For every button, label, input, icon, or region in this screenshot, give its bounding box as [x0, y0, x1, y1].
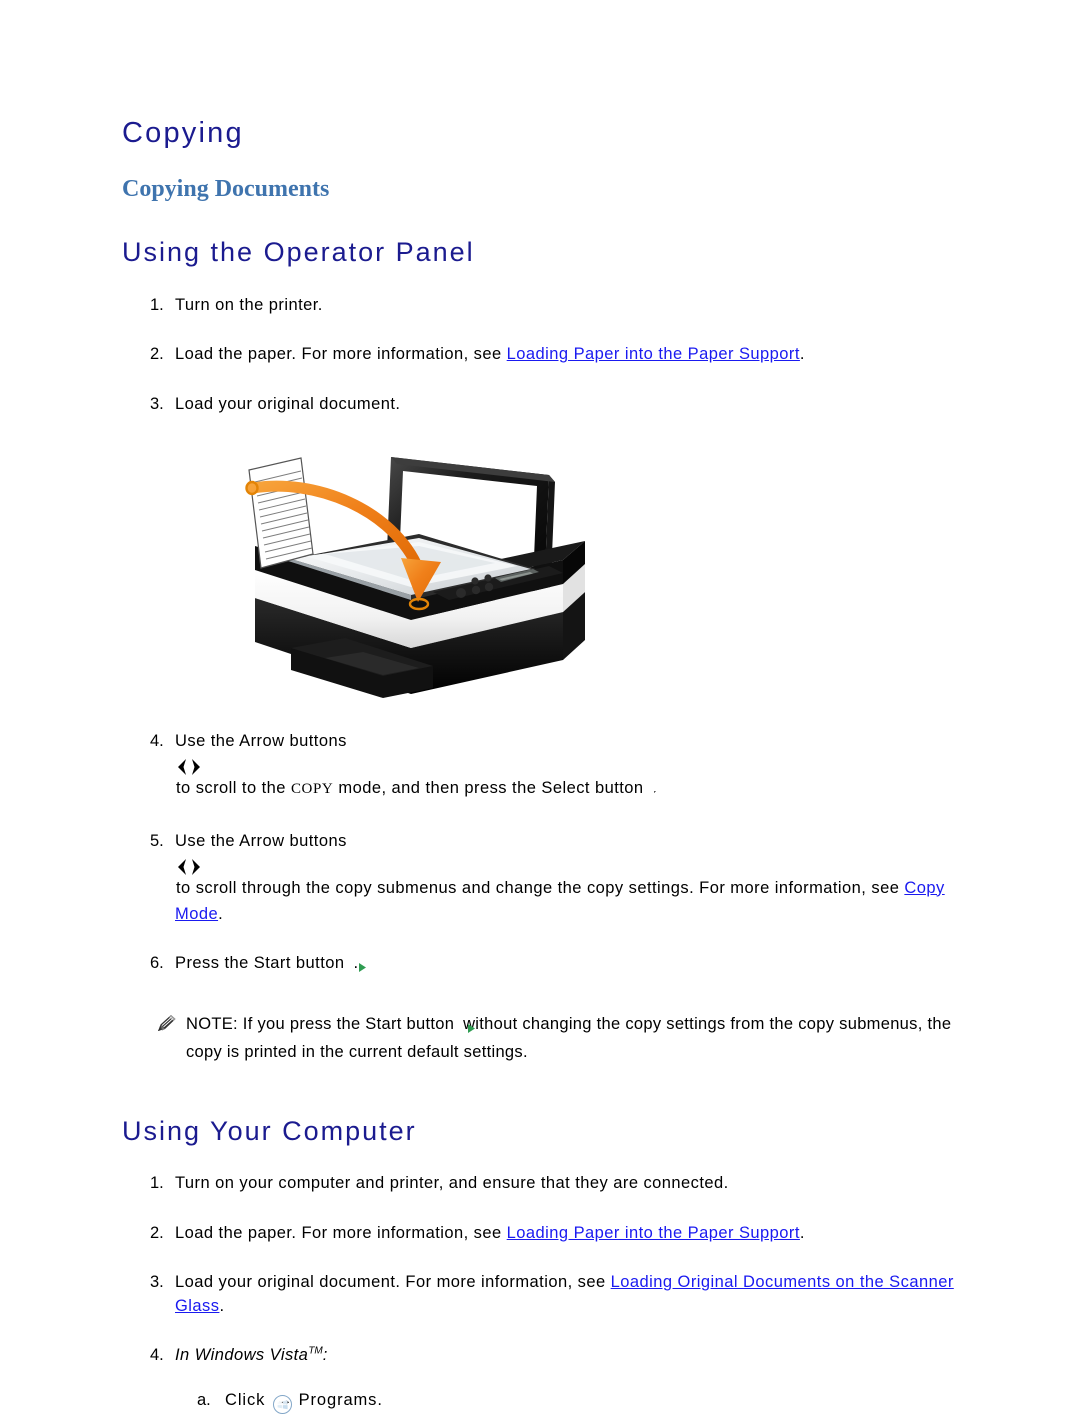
list-item: 1. Turn on your computer and printer, and… [122, 1172, 982, 1195]
step-text: to scroll to the [176, 778, 291, 797]
link-loading-paper-into-the-paper-support[interactable]: Loading Paper into the Paper Support [507, 1224, 800, 1242]
document-page: Copying Copying Documents Using the Oper… [0, 0, 1080, 1415]
step-text: Turn on the printer. [175, 295, 323, 314]
list-marker: 1. [150, 1174, 164, 1193]
step-text-end: . [799, 1223, 805, 1242]
list-item: 4. Use the Arrow buttons to scroll to the… [122, 730, 982, 804]
list-marker: a. [197, 1391, 211, 1410]
arrows-icon [175, 857, 982, 877]
trademark-mark: TM [308, 1345, 323, 1357]
list-marker: 2. [150, 345, 164, 364]
list-item: 3. Load your original document. [122, 393, 982, 704]
list-marker: 5. [150, 832, 164, 851]
arrows-icon [175, 757, 982, 777]
operator-panel-steps: 1. Turn on the printer. 2. Load the paper.… [122, 294, 982, 980]
list-marker: 4. [150, 732, 164, 751]
step-text: In Windows Vista [175, 1345, 309, 1364]
step-text: Load your original document. [175, 394, 401, 413]
step-text: Load your original document. For more in… [175, 1273, 611, 1292]
your-computer-steps: 1. Turn on your computer and printer, and… [122, 1172, 982, 1417]
step-text: Use the Arrow buttons [175, 832, 347, 851]
copy-mode-label: COPY [290, 780, 334, 797]
list-marker: 4. [150, 1345, 164, 1364]
substep-text-end: → Programs. [275, 1391, 383, 1410]
page-subtitle: Copying Documents [122, 175, 330, 202]
list-item: 6. Press the Start button . [122, 952, 982, 979]
step-text: mode, and then press the Select button [333, 778, 649, 797]
note-label: NOTE: [186, 1014, 238, 1033]
list-marker: 6. [150, 954, 164, 973]
step-text: Use the Arrow buttons [175, 732, 347, 751]
step-text: Load the paper. For more information, se… [175, 1223, 507, 1242]
step-text-end: . [219, 1296, 225, 1315]
printer-scanner-load-document-illustration [233, 442, 633, 704]
section-heading-your-computer: Using Your Computer [122, 1115, 417, 1146]
substep-text: Click [225, 1391, 271, 1410]
step-text-end: : [322, 1345, 328, 1364]
step-text: Press the Start button [175, 954, 350, 973]
vista-sub-steps: a. Click → Programs. [175, 1389, 982, 1416]
step-text: to scroll through the copy submenus and … [176, 878, 905, 897]
list-item: a. Click → Programs. [175, 1389, 982, 1416]
list-item: 5. Use the Arrow buttons to scroll throug… [122, 830, 982, 926]
step-text-end: . [218, 904, 224, 923]
page-title: Copying [122, 117, 244, 149]
list-item: 3. Load your original document. For more … [122, 1271, 982, 1318]
original-document-sheet [248, 457, 314, 569]
list-item: 4. In Windows VistaTM: a. Click → Programs… [122, 1344, 982, 1417]
list-marker: 3. [150, 394, 164, 413]
link-loading-paper-into-the-paper-support[interactable]: Loading Paper into the Paper Support [507, 345, 800, 363]
list-item: 2. Load the paper. For more information, … [122, 343, 982, 366]
note-pencil-icon [156, 1013, 178, 1033]
list-item: 2. Load the paper. For more information, … [122, 1222, 982, 1245]
list-marker: 1. [150, 295, 164, 314]
step-text: Load the paper. For more information, se… [175, 345, 507, 364]
list-item: 1. Turn on the printer. [122, 294, 982, 317]
list-marker: 3. [150, 1273, 164, 1292]
list-marker: 2. [150, 1223, 164, 1242]
step-text: Turn on your computer and printer, and e… [175, 1174, 729, 1193]
page-content: Copying Copying Documents Using the Oper… [122, 117, 982, 1417]
step-text-end: . [799, 345, 805, 364]
section-heading-operator-panel: Using the Operator Panel [122, 237, 475, 268]
note-callout: NOTE: If you press the Start button with… [122, 1012, 982, 1065]
note-text: If you press the Start button [237, 1014, 460, 1033]
